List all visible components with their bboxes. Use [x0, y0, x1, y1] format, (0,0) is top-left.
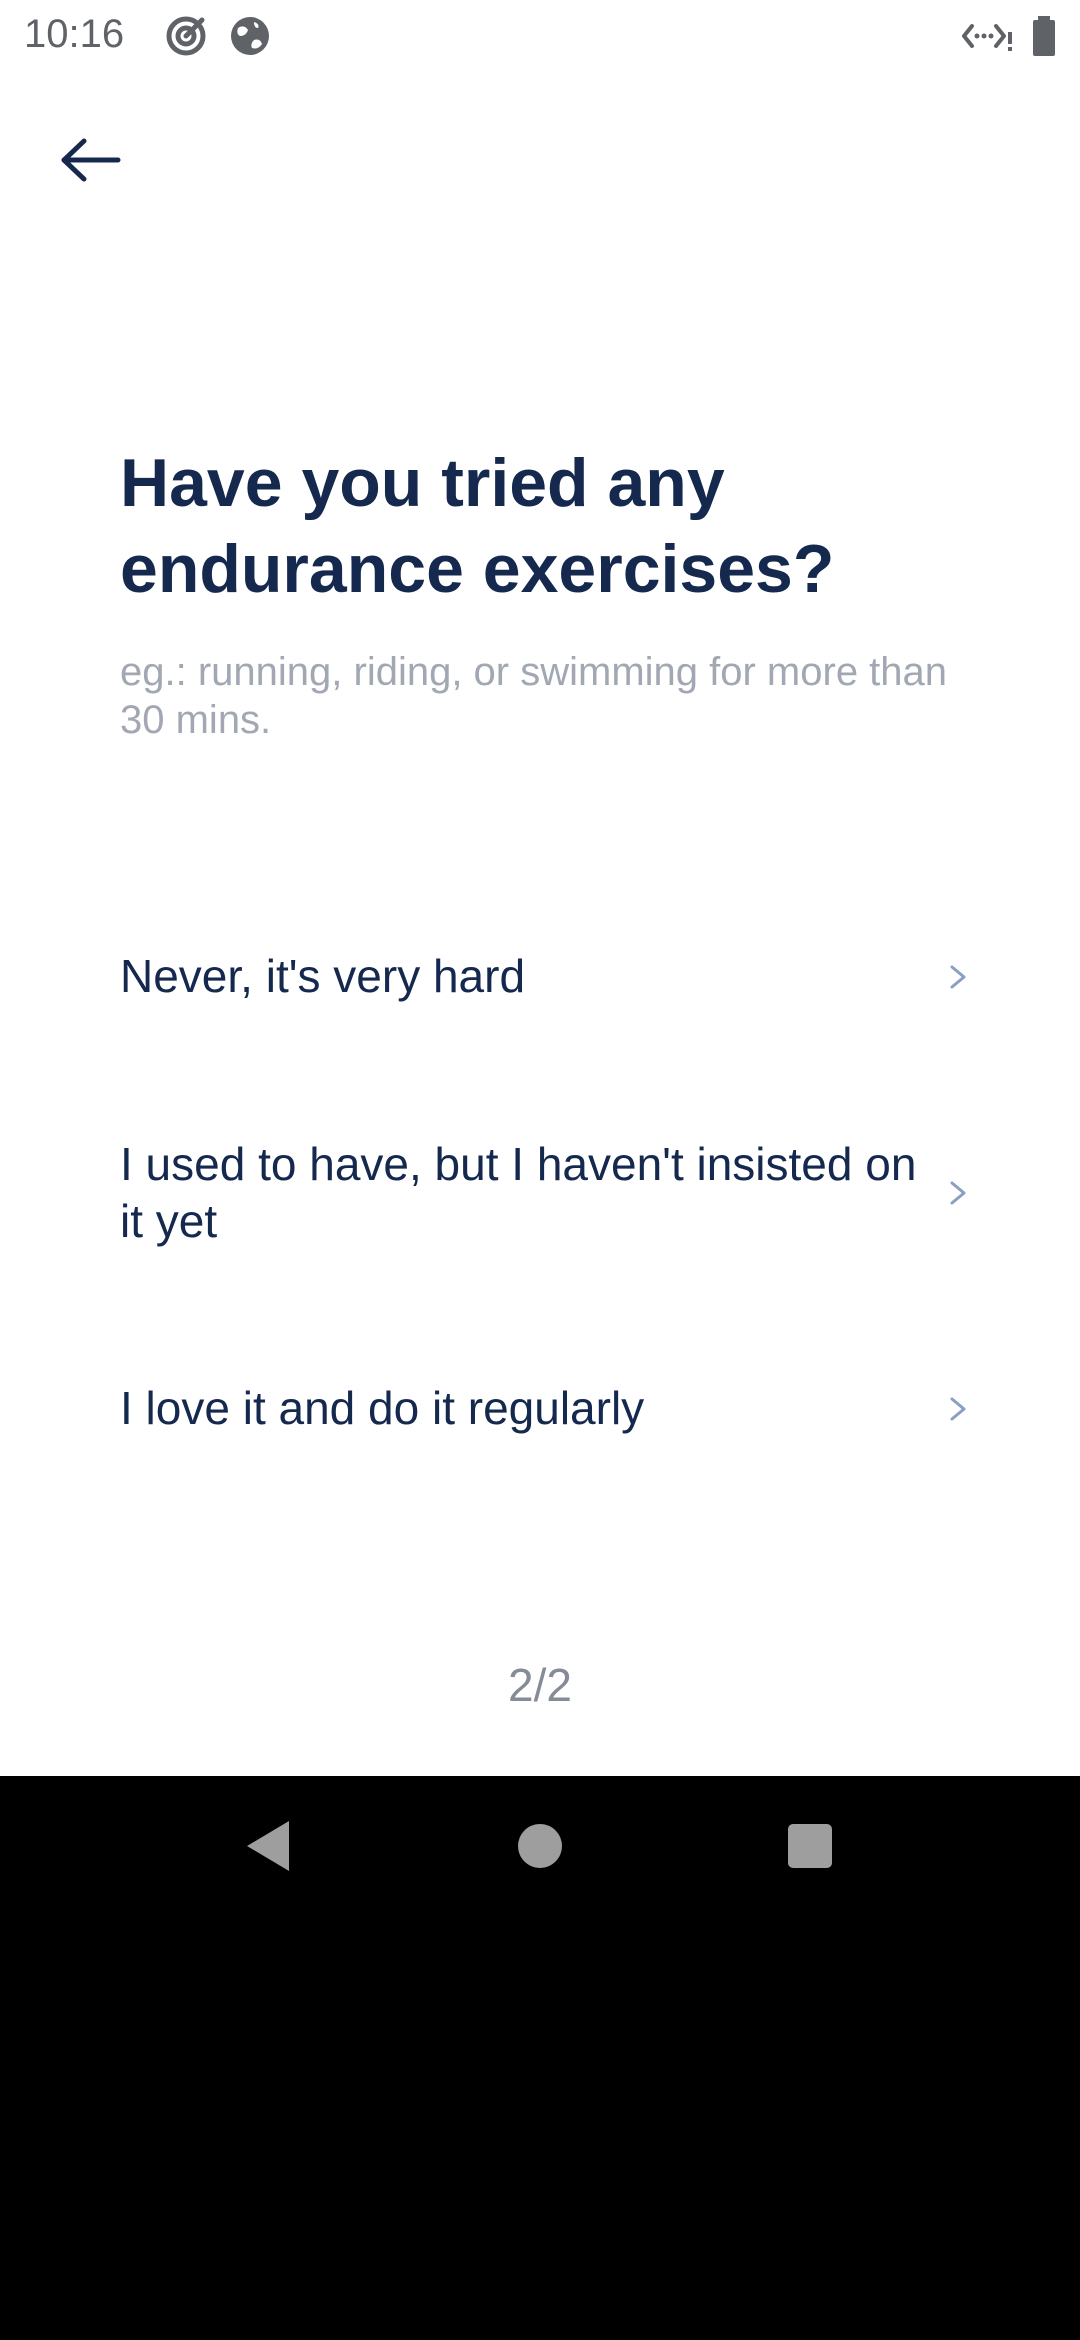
chevron-right-icon — [950, 965, 966, 988]
globe-icon — [228, 14, 272, 63]
option-love-it[interactable]: I love it and do it regularly — [120, 1380, 970, 1437]
chevron-right-icon — [950, 1181, 966, 1205]
screen: 10:16 Have you tried any endurance exerc… — [0, 0, 1080, 2340]
option-label: I used to have, but I haven't insisted o… — [120, 1138, 917, 1247]
nav-back-button[interactable] — [198, 1776, 338, 1916]
nav-bar — [0, 1776, 1080, 1916]
arrow-left-icon — [61, 138, 121, 182]
option-used-to[interactable]: I used to have, but I haven't insisted o… — [120, 1136, 970, 1250]
status-time: 10:16 — [24, 12, 125, 56]
nav-home-button[interactable] — [470, 1776, 610, 1916]
chevron-right-icon — [950, 1397, 966, 1420]
app-content: 10:16 Have you tried any endurance exerc… — [0, 0, 1080, 1776]
option-never[interactable]: Never, it's very hard — [120, 948, 970, 1005]
target-icon — [164, 14, 208, 63]
question-hint: eg.: running, riding, or swimming for mo… — [120, 650, 948, 742]
nav-recents-icon — [788, 1824, 832, 1868]
nav-back-icon — [247, 1821, 289, 1871]
status-bar: 10:16 — [0, 0, 1080, 72]
option-label: Never, it's very hard — [120, 950, 526, 1002]
nav-recents-button[interactable] — [740, 1776, 880, 1916]
signal-icon — [962, 14, 1014, 63]
nav-home-icon — [518, 1824, 562, 1868]
option-label: I love it and do it regularly — [120, 1382, 645, 1434]
battery-icon — [1030, 14, 1058, 63]
progress-indicator: 2/2 — [508, 1659, 572, 1711]
question-title: Have you tried any endurance exercises? — [120, 445, 835, 607]
back-button[interactable] — [50, 128, 130, 192]
